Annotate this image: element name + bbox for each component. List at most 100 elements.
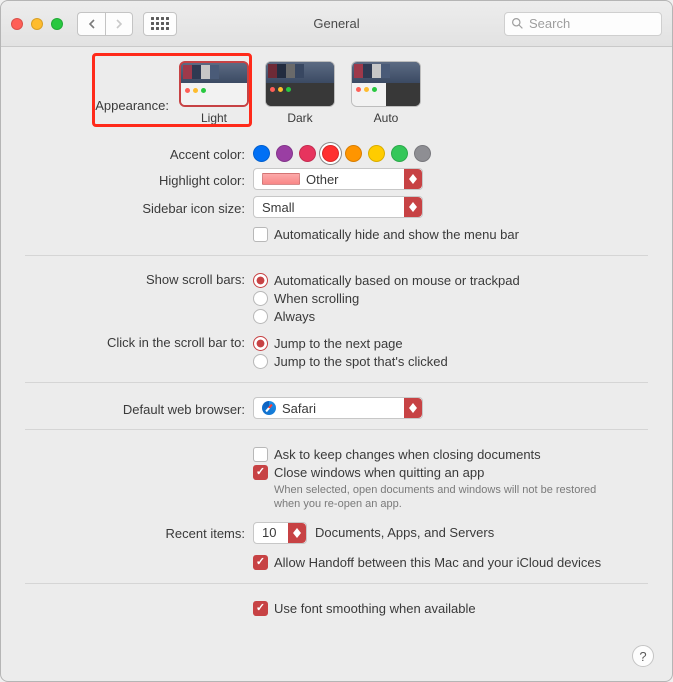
accent-swatch-blue[interactable]	[253, 145, 270, 162]
click-scroll-next[interactable]: Jump to the next page	[253, 336, 648, 351]
browser-value: Safari	[282, 401, 316, 416]
sidebar-size-value: Small	[262, 200, 295, 215]
recent-row: Recent items: 10 Documents, Apps, and Se…	[25, 522, 648, 544]
accent-swatch-pink[interactable]	[299, 145, 316, 162]
chevron-updown-icon	[404, 169, 422, 189]
radio-icon	[253, 309, 268, 324]
sidebar-size-popup[interactable]: Small	[253, 196, 423, 218]
sidebar-size-label: Sidebar icon size:	[25, 199, 253, 216]
close-quit-label: Close windows when quitting an app	[274, 465, 484, 480]
chevron-updown-icon	[404, 197, 422, 217]
autohide-label: Automatically hide and show the menu bar	[274, 227, 519, 242]
chevron-updown-icon	[288, 523, 306, 543]
forward-button[interactable]	[105, 12, 133, 36]
font-smoothing-label: Use font smoothing when available	[274, 601, 476, 616]
highlight-popup[interactable]: Other	[253, 168, 423, 190]
highlight-row: Highlight color: Other	[25, 168, 648, 190]
ask-keep-checkbox[interactable]: Ask to keep changes when closing documen…	[253, 447, 648, 462]
radio-icon	[253, 291, 268, 306]
checkbox-icon	[253, 447, 268, 462]
font-smoothing-row: Use font smoothing when available	[25, 598, 648, 619]
radio-icon	[253, 273, 268, 288]
browser-popup[interactable]: Safari	[253, 397, 423, 419]
appearance-option-light[interactable]: Light	[177, 61, 251, 125]
help-button[interactable]: ?	[632, 645, 654, 667]
appearance-label-auto: Auto	[374, 111, 399, 125]
scrollbars-scrolling-label: When scrolling	[274, 291, 359, 306]
divider	[25, 382, 648, 383]
chevron-updown-icon	[404, 398, 422, 418]
close-button[interactable]	[11, 18, 23, 30]
grid-icon	[151, 17, 169, 30]
appearance-option-auto[interactable]: Auto	[349, 61, 423, 125]
appearance-thumb-light	[179, 61, 249, 107]
appearance-label: Appearance:	[25, 82, 177, 113]
scrollbars-option-auto[interactable]: Automatically based on mouse or trackpad	[253, 273, 648, 288]
accent-swatch-purple[interactable]	[276, 145, 293, 162]
click-scroll-spot-label: Jump to the spot that's clicked	[274, 354, 448, 369]
browser-row: Default web browser: Safari	[25, 397, 648, 419]
accent-swatch-green[interactable]	[391, 145, 408, 162]
handoff-row: Allow Handoff between this Mac and your …	[25, 552, 648, 573]
ask-keep-label: Ask to keep changes when closing documen…	[274, 447, 541, 462]
click-scroll-spot[interactable]: Jump to the spot that's clicked	[253, 354, 648, 369]
checkbox-icon	[253, 555, 268, 570]
content-area: Appearance: Light D	[1, 47, 672, 681]
font-smoothing-checkbox[interactable]: Use font smoothing when available	[253, 601, 648, 616]
checkbox-icon	[253, 601, 268, 616]
recent-value: 10	[262, 525, 276, 540]
docs-row: Ask to keep changes when closing documen…	[25, 444, 648, 512]
appearance-label-light: Light	[201, 111, 227, 125]
scrollbars-option-always[interactable]: Always	[253, 309, 648, 324]
accent-swatch-red[interactable]	[322, 145, 339, 162]
back-button[interactable]	[77, 12, 105, 36]
accent-label: Accent color:	[25, 145, 253, 162]
highlight-value: Other	[306, 172, 339, 187]
accent-row: Accent color:	[25, 145, 648, 162]
accent-swatch-yellow[interactable]	[368, 145, 385, 162]
search-placeholder: Search	[529, 16, 570, 31]
handoff-checkbox[interactable]: Allow Handoff between this Mac and your …	[253, 555, 648, 570]
scrollbars-option-scrolling[interactable]: When scrolling	[253, 291, 648, 306]
traffic-lights	[11, 18, 63, 30]
appearance-option-dark[interactable]: Dark	[263, 61, 337, 125]
checkbox-icon	[253, 227, 268, 242]
highlight-chip	[262, 173, 300, 185]
sidebar-size-row: Sidebar icon size: Small	[25, 196, 648, 218]
scrollbars-label: Show scroll bars:	[25, 270, 253, 287]
recent-suffix: Documents, Apps, and Servers	[315, 525, 494, 540]
accent-swatch-orange[interactable]	[345, 145, 362, 162]
minimize-button[interactable]	[31, 18, 43, 30]
search-field[interactable]: Search	[504, 12, 662, 36]
close-quit-checkbox[interactable]: Close windows when quitting an app	[253, 465, 648, 480]
autohide-checkbox[interactable]: Automatically hide and show the menu bar	[253, 227, 648, 242]
scrollbars-always-label: Always	[274, 309, 315, 324]
divider	[25, 583, 648, 584]
appearance-row: Appearance: Light D	[25, 61, 648, 133]
recent-popup[interactable]: 10	[253, 522, 307, 544]
titlebar: General Search	[1, 1, 672, 47]
browser-label: Default web browser:	[25, 400, 253, 417]
accent-swatch-gray[interactable]	[414, 145, 431, 162]
safari-icon	[262, 401, 276, 415]
close-quit-note: When selected, open documents and window…	[274, 483, 624, 512]
appearance-label-dark: Dark	[287, 111, 312, 125]
click-scroll-label: Click in the scroll bar to:	[25, 333, 253, 350]
accent-swatches	[253, 145, 648, 162]
show-all-button[interactable]	[143, 12, 177, 36]
highlight-label: Highlight color:	[25, 171, 253, 188]
checkbox-icon	[253, 465, 268, 480]
radio-icon	[253, 336, 268, 351]
preferences-window: { "titlebar": { "title": "General", "sea…	[0, 0, 673, 682]
autohide-row: Automatically hide and show the menu bar	[25, 224, 648, 245]
click-scroll-row: Click in the scroll bar to: Jump to the …	[25, 333, 648, 372]
scrollbars-row: Show scroll bars: Automatically based on…	[25, 270, 648, 327]
radio-icon	[253, 354, 268, 369]
divider	[25, 429, 648, 430]
click-scroll-next-label: Jump to the next page	[274, 336, 403, 351]
search-icon	[511, 17, 524, 30]
handoff-label: Allow Handoff between this Mac and your …	[274, 555, 601, 570]
zoom-button[interactable]	[51, 18, 63, 30]
help-icon: ?	[639, 649, 646, 664]
appearance-options: Light Dark Auto	[177, 61, 648, 125]
